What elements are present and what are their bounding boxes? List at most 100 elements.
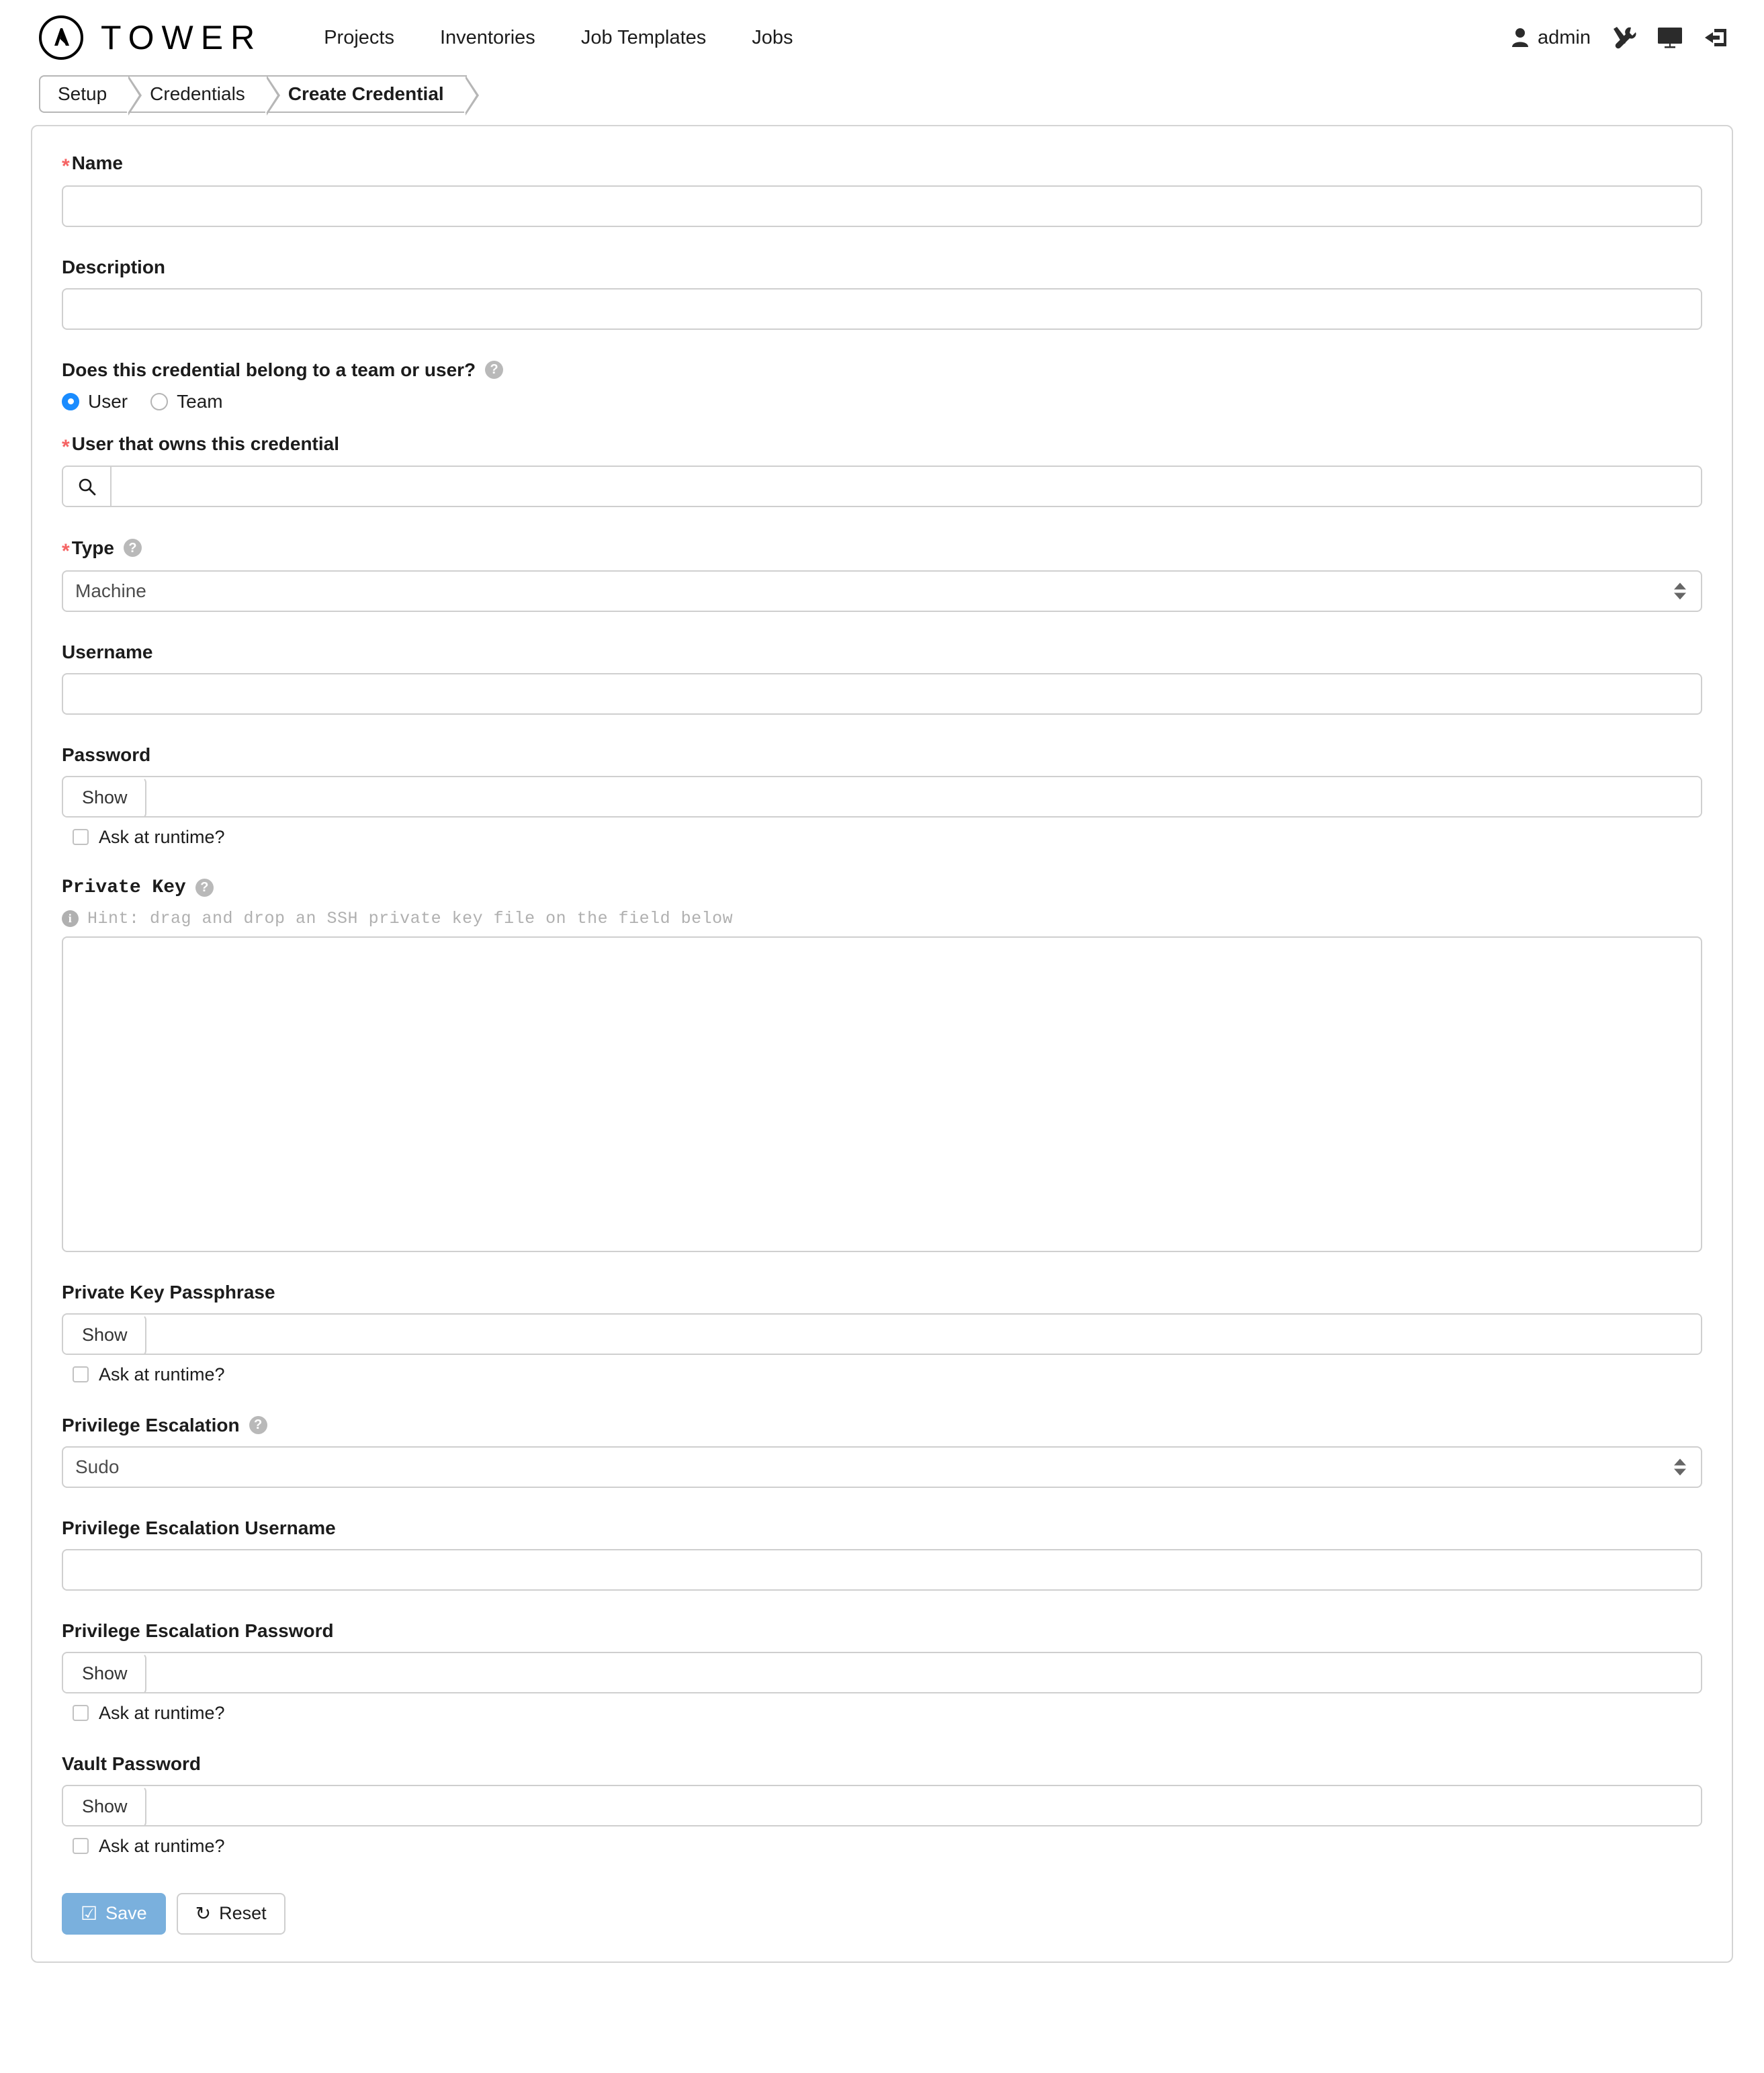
vault-password-label: Vault Password [62, 1753, 201, 1774]
required-asterisk: * [62, 155, 70, 177]
field-owner: * User that owns this credential [62, 431, 1702, 507]
vault-password-show-button[interactable]: Show [63, 1785, 146, 1825]
topbar-right-actions: admin [1511, 25, 1729, 50]
owner-label-text: User that owns this credential [71, 433, 340, 454]
ownership-label-text: Does this credential belong to a team or… [62, 359, 476, 380]
name-label: * Name [62, 150, 1702, 177]
required-asterisk: * [62, 540, 70, 562]
privilege-escalation-label-text: Privilege Escalation [62, 1414, 240, 1436]
undo-icon: ↻ [195, 1902, 212, 1924]
create-credential-form-card: * Name Description Does this credential b… [31, 125, 1733, 1963]
checkbox-box [73, 829, 89, 845]
radio-option-team[interactable]: Team [150, 390, 223, 412]
private-key-label: Private Key ? [62, 876, 1702, 899]
breadcrumb-item-create-credential: Create Credential [267, 75, 479, 116]
field-privilege-escalation-username: Privilege Escalation Username [62, 1516, 1702, 1591]
save-button[interactable]: ☑ Save [62, 1892, 166, 1935]
password-label: Password [62, 744, 151, 765]
field-description: Description [62, 255, 1702, 330]
nav-item-job-templates[interactable]: Job Templates [558, 20, 729, 56]
private-key-passphrase-input-group: Show [62, 1313, 1702, 1355]
password-show-button[interactable]: Show [63, 777, 146, 816]
monitor-icon[interactable] [1657, 26, 1683, 49]
question-circle-icon[interactable]: ? [485, 360, 504, 379]
field-password: Password Show Ask at runtime? [62, 743, 1702, 848]
username-input[interactable] [62, 672, 1702, 715]
ownership-radio-group: User Team [62, 391, 1702, 412]
radio-option-user[interactable]: User [62, 391, 128, 412]
privilege-escalation-username-input[interactable] [62, 1548, 1702, 1591]
password-ask-at-runtime[interactable]: Ask at runtime? [62, 827, 1702, 848]
info-circle-icon: i [62, 910, 79, 927]
field-ownership: Does this credential belong to a team or… [62, 358, 1702, 412]
current-user-label: admin [1538, 26, 1591, 48]
logout-icon[interactable] [1704, 26, 1729, 49]
main-nav: Projects Inventories Job Templates Jobs [301, 20, 815, 56]
field-vault-password: Vault Password Show Ask at runtime? [62, 1752, 1702, 1857]
field-privilege-escalation-password: Privilege Escalation Password Show Ask a… [62, 1619, 1702, 1724]
privilege-escalation-password-input[interactable] [146, 1652, 1701, 1692]
privilege-escalation-select[interactable]: Sudo [62, 1446, 1702, 1488]
name-input[interactable] [62, 185, 1702, 227]
field-type: * Type ? Machine [62, 535, 1702, 612]
checkbox-box [73, 1366, 89, 1382]
vault-password-input[interactable] [146, 1785, 1701, 1825]
private-key-passphrase-ask-at-runtime[interactable]: Ask at runtime? [62, 1364, 1702, 1385]
nav-item-projects[interactable]: Projects [301, 20, 417, 56]
radio-dot-user [62, 392, 79, 410]
radio-dot-team [150, 392, 169, 410]
description-label: Description [62, 256, 166, 277]
question-circle-icon[interactable]: ? [123, 539, 142, 558]
nav-item-inventories[interactable]: Inventories [417, 20, 558, 56]
question-circle-icon[interactable]: ? [195, 878, 214, 897]
owner-label: * User that owns this credential [62, 431, 1702, 458]
privilege-escalation-username-label: Privilege Escalation Username [62, 1517, 336, 1538]
nav-item-jobs[interactable]: Jobs [729, 20, 815, 56]
type-label-text: Type [71, 537, 114, 559]
private-key-hint: i Hint: drag and drop an SSH private key… [62, 909, 1702, 928]
privilege-escalation-password-ask-at-runtime[interactable]: Ask at runtime? [62, 1703, 1702, 1724]
vault-password-ask-at-runtime[interactable]: Ask at runtime? [62, 1836, 1702, 1857]
question-circle-icon[interactable]: ? [249, 1415, 267, 1434]
privilege-escalation-select-wrapper: Sudo [62, 1446, 1702, 1488]
type-label: * Type ? [62, 535, 1702, 562]
description-input[interactable] [62, 288, 1702, 330]
private-key-passphrase-input[interactable] [146, 1314, 1701, 1354]
password-input[interactable] [146, 777, 1701, 816]
breadcrumb-item-setup[interactable]: Setup [39, 75, 142, 116]
owner-input[interactable] [112, 467, 1701, 506]
search-icon[interactable] [63, 467, 112, 506]
field-name: * Name [62, 150, 1702, 227]
form-actions: ☑ Save ↻ Reset [62, 1892, 1702, 1935]
brand-title: TOWER [101, 19, 263, 56]
private-key-textarea[interactable] [62, 936, 1702, 1252]
user-icon [1511, 28, 1529, 48]
privilege-escalation-password-show-button[interactable]: Show [63, 1652, 146, 1692]
privilege-escalation-password-label: Privilege Escalation Password [62, 1620, 334, 1641]
field-privilege-escalation: Privilege Escalation ? Sudo [62, 1413, 1702, 1488]
private-key-passphrase-show-button[interactable]: Show [63, 1314, 146, 1354]
vault-password-input-group: Show [62, 1784, 1702, 1826]
breadcrumb-item-credentials[interactable]: Credentials [130, 75, 280, 116]
check-square-icon: ☑ [81, 1902, 98, 1924]
privilege-escalation-password-ask-label: Ask at runtime? [99, 1702, 225, 1723]
field-private-key: Private Key ? i Hint: drag and drop an S… [62, 876, 1702, 1252]
brand-logo[interactable]: TOWER [39, 15, 266, 60]
field-private-key-passphrase: Private Key Passphrase Show Ask at runti… [62, 1280, 1702, 1385]
privilege-escalation-password-input-group: Show [62, 1651, 1702, 1693]
private-key-passphrase-ask-label: Ask at runtime? [99, 1364, 225, 1384]
password-input-group: Show [62, 775, 1702, 818]
type-select[interactable]: Machine [62, 570, 1702, 612]
reset-button[interactable]: ↻ Reset [176, 1892, 285, 1935]
wrench-screwdriver-icon[interactable] [1611, 25, 1636, 50]
username-label: Username [62, 641, 153, 662]
required-asterisk: * [62, 435, 70, 458]
current-user[interactable]: admin [1511, 27, 1591, 49]
radio-label-team: Team [177, 390, 223, 412]
reset-button-label: Reset [219, 1903, 267, 1923]
checkbox-box [73, 1838, 89, 1854]
breadcrumb: Setup Credentials Create Credential [0, 75, 1764, 117]
checkbox-box [73, 1705, 89, 1721]
owner-lookup-group [62, 466, 1702, 507]
field-username: Username [62, 640, 1702, 715]
